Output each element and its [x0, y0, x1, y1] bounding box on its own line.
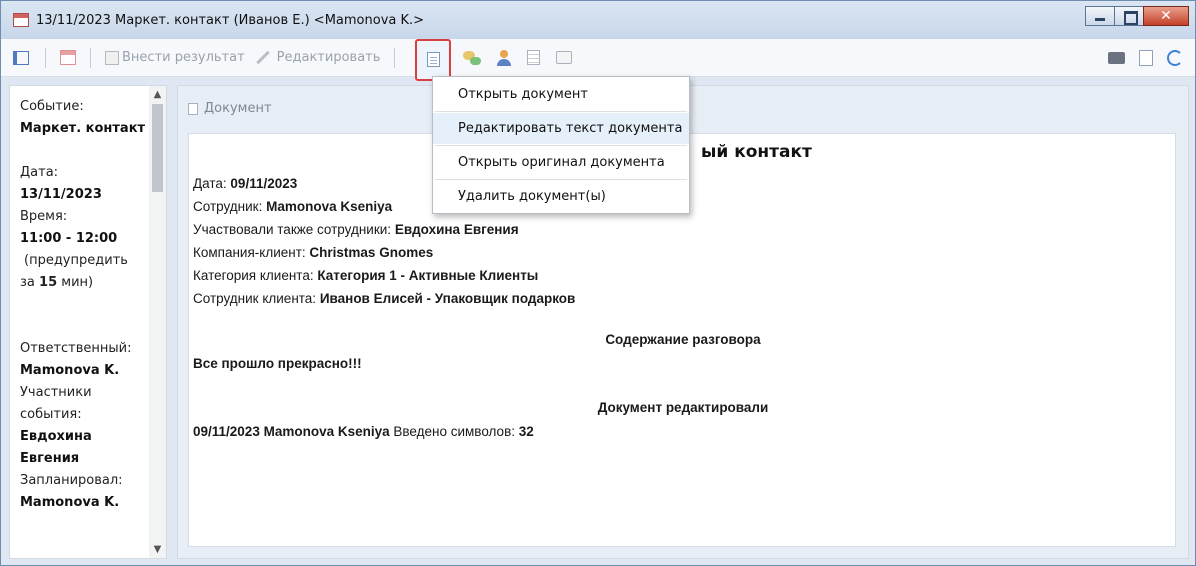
scroll-thumb[interactable]: [152, 104, 163, 192]
menu-separator: [435, 145, 687, 146]
participants-label-2: события:: [20, 407, 82, 422]
reminder-minutes: 15: [39, 275, 58, 290]
responsible-value: Mamonova K.: [20, 363, 120, 378]
time-value: 11:00 - 12:00: [20, 231, 118, 246]
edit-button[interactable]: Редактировать: [255, 50, 381, 65]
edit-label: Редактировать: [276, 50, 381, 65]
sidebar-scrollbar[interactable]: ▲ ▼: [149, 86, 166, 558]
maximize-button[interactable]: [1114, 6, 1143, 26]
date-value: 13/11/2023: [20, 187, 102, 202]
menu-item-open-document[interactable]: Открыть документ: [433, 79, 689, 110]
toolbar-right: [1108, 50, 1183, 66]
chat-icon[interactable]: [463, 50, 482, 65]
document-header-icon: [188, 102, 198, 115]
document-button[interactable]: [415, 38, 452, 81]
event-value: Маркет. контакт: [20, 121, 146, 136]
calendar-icon[interactable]: [60, 50, 76, 65]
planned-by-label: Запланировал:: [20, 473, 123, 488]
close-button[interactable]: [1143, 6, 1189, 26]
pencil-icon: [255, 50, 270, 65]
person-icon[interactable]: [497, 49, 512, 66]
event-sidebar: Событие: Маркет. контакт Дата: 13/11/202…: [9, 85, 167, 559]
panel-header-label: Документ: [204, 101, 272, 116]
panel-header: Документ: [188, 101, 272, 116]
calendar-app-icon: [13, 13, 29, 27]
conversation-text: Все прошло прекрасно!!!: [193, 356, 362, 371]
doc-client-employee-line: Сотрудник клиента: Иванов Елисей - Упако…: [193, 291, 576, 306]
planned-by-value: Mamonova K.: [20, 495, 120, 510]
window-title: 13/11/2023 Маркет. контакт (Иванов Е.) <…: [36, 12, 425, 28]
reminder-line-1: (предупредить: [24, 253, 128, 268]
participants-value-2: Евгения: [20, 451, 80, 466]
export-icon[interactable]: [1139, 50, 1153, 66]
menu-item-delete-documents[interactable]: Удалить документ(ы): [433, 181, 689, 212]
window-controls: [1085, 6, 1189, 26]
responsible-label: Ответственный:: [20, 341, 132, 356]
participants-value: Евдохина: [20, 429, 92, 444]
edited-entry: 09/11/2023 Mamonova Kseniya Введено симв…: [193, 424, 534, 439]
minimize-button[interactable]: [1085, 6, 1114, 26]
document-title: ый контакт: [701, 142, 812, 162]
menu-separator: [435, 179, 687, 180]
date-label: Дата:: [20, 165, 59, 180]
enter-result-button[interactable]: Внести результат: [105, 50, 245, 65]
briefcase-icon[interactable]: [556, 51, 573, 64]
conversation-heading: Содержание разговора: [605, 332, 761, 347]
edited-heading: Документ редактировали: [597, 400, 769, 415]
doc-category-line: Категория клиента: Категория 1 - Активны…: [193, 268, 539, 283]
print-icon[interactable]: [1108, 52, 1125, 64]
document-icon: [426, 52, 440, 67]
scroll-down-icon[interactable]: ▼: [149, 541, 166, 558]
menu-separator: [435, 111, 687, 112]
event-label: Событие:: [20, 99, 84, 114]
doc-company-line: Компания-клиент: Christmas Gnomes: [193, 245, 434, 260]
menu-item-edit-document-text[interactable]: Редактировать текст документа: [433, 113, 689, 144]
refresh-icon[interactable]: [1167, 50, 1183, 66]
result-icon: [105, 50, 119, 65]
time-label: Время:: [20, 209, 68, 224]
toolbar-separator: [45, 47, 46, 68]
toolbar-separator: [90, 47, 91, 68]
reminder-line-2: за 15 мин): [20, 275, 94, 290]
enter-result-label: Внести результат: [122, 50, 245, 65]
participants-label: Участники: [20, 385, 92, 400]
scroll-up-icon[interactable]: ▲: [149, 86, 166, 103]
toolbar-separator: [394, 47, 396, 68]
doc-coworkers-line: Участвовали также сотрудники: Евдохина Е…: [193, 222, 519, 237]
document-dropdown-menu: Открыть документ Редактировать текст док…: [432, 76, 690, 214]
sidebar-details: Событие: Маркет. контакт Дата: 13/11/202…: [10, 86, 166, 514]
exit-icon[interactable]: [13, 50, 29, 65]
toolbar: Внести результат Редактировать: [1, 38, 1195, 81]
title-bar[interactable]: 13/11/2023 Маркет. контакт (Иванов Е.) <…: [1, 1, 1195, 39]
event-window: 13/11/2023 Маркет. контакт (Иванов Е.) <…: [0, 0, 1196, 566]
building-icon[interactable]: [527, 50, 541, 65]
menu-item-open-original[interactable]: Открыть оригинал документа: [433, 147, 689, 178]
